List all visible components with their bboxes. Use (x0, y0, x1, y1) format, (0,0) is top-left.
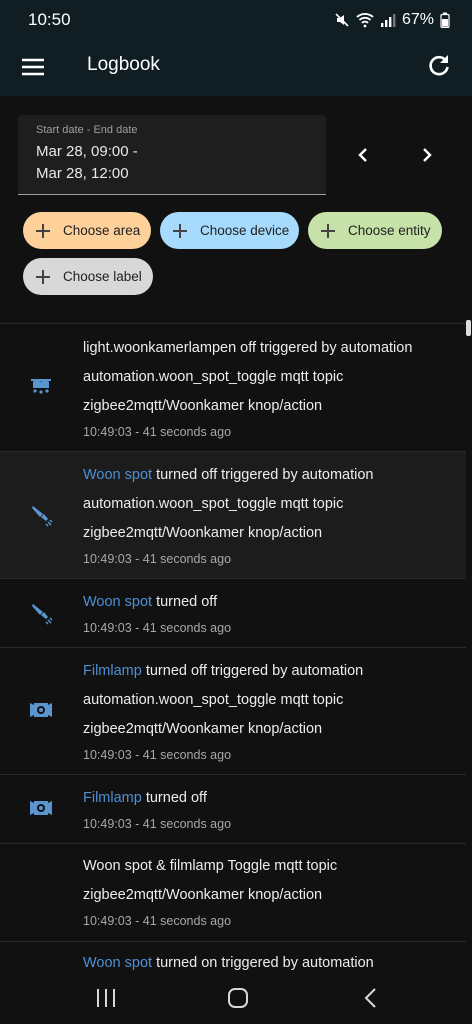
plus-icon (36, 269, 50, 284)
entry-message: zigbee2mqtt/Woonkamer knop/action (83, 721, 323, 737)
chevron-right-icon (423, 148, 432, 162)
entry-message: zigbee2mqtt/Woonkamer knop/action (83, 887, 323, 903)
list-item[interactable]: Filmlamp turned off triggered by automat… (0, 648, 466, 775)
battery-icon (440, 12, 450, 28)
entry-message: turned off (152, 594, 218, 610)
plus-icon (321, 223, 335, 238)
entry-message: light.woonkamerlampen off triggered by a… (83, 340, 413, 356)
system-navigation-bar (0, 975, 472, 1024)
previous-period-button[interactable] (349, 141, 377, 169)
entry-message: zigbee2mqtt/Woonkamer knop/action (83, 398, 323, 414)
wifi-icon (356, 12, 374, 28)
chevron-left-icon (358, 148, 367, 162)
list-item[interactable]: Woon spot & filmlamp Toggle mqtt topic z… (0, 844, 466, 942)
date-range-label: Start date - End date (36, 124, 138, 136)
entry-message: Woon spot & filmlamp Toggle mqtt topic (83, 858, 338, 874)
choose-device-chip[interactable]: Choose device (160, 212, 299, 249)
choose-entity-chip[interactable]: Choose entity (308, 212, 442, 249)
menu-button[interactable] (20, 54, 46, 80)
spotlight-icon (28, 600, 54, 626)
battery-percent: 67% (401, 11, 434, 28)
recent-apps-icon[interactable] (94, 987, 118, 1009)
choose-label-label: Choose label (63, 269, 142, 284)
entity-link[interactable]: Woon spot (83, 594, 152, 610)
home-icon[interactable] (226, 986, 250, 1010)
refresh-icon (429, 55, 449, 76)
list-item[interactable]: Filmlamp turned off 10:49:03 - 41 second… (0, 775, 466, 844)
list-item[interactable]: Woon spot turned on triggered by automat… (0, 942, 466, 975)
refresh-button[interactable] (426, 52, 452, 78)
entry-message: turned off (141, 790, 207, 806)
entry-timestamp: 10:49:03 - 41 seconds ago (83, 914, 232, 928)
entry-message: automation.woon_spot_toggle mqtt topic (83, 496, 344, 512)
plus-icon (36, 223, 50, 238)
film-light-icon (28, 795, 54, 821)
date-range-start: Mar 28, 09:00 - (36, 143, 138, 160)
entry-message: turned on triggered by automation (152, 955, 374, 971)
choose-area-label: Choose area (63, 223, 141, 238)
choose-label-chip[interactable]: Choose label (23, 258, 153, 295)
status-time: 10:50 (28, 10, 71, 29)
entry-message: zigbee2mqtt/Woonkamer knop/action (83, 525, 323, 541)
entity-link[interactable]: Filmlamp (83, 790, 142, 806)
entry-timestamp: 10:49:03 - 41 seconds ago (83, 425, 232, 439)
logbook-list: light.woonkamerlampen off triggered by a… (0, 323, 466, 975)
entry-timestamp: 10:49:03 - 41 seconds ago (83, 817, 232, 831)
menu-icon (22, 58, 44, 76)
choose-device-label: Choose device (200, 223, 290, 238)
app-bar: Logbook (0, 40, 472, 96)
entry-message: automation.woon_spot_toggle mqtt topic (83, 369, 344, 385)
next-period-button[interactable] (413, 141, 441, 169)
list-item[interactable]: Woon spot turned off triggered by automa… (0, 452, 466, 579)
back-icon[interactable] (360, 986, 382, 1010)
entity-link[interactable]: Woon spot (83, 955, 152, 971)
date-range-end: Mar 28, 12:00 (36, 165, 129, 182)
entry-message: turned off triggered by automation (141, 663, 364, 679)
ceiling-lights-icon (28, 374, 54, 400)
list-item[interactable]: Woon spot turned off 10:49:03 - 41 secon… (0, 579, 466, 648)
entry-timestamp: 10:49:03 - 41 seconds ago (83, 621, 232, 635)
page-title: Logbook (87, 54, 160, 75)
entry-message: automation.woon_spot_toggle mqtt topic (83, 692, 344, 708)
mute-icon (334, 12, 350, 28)
film-light-icon (28, 697, 54, 723)
entry-timestamp: 10:49:03 - 41 seconds ago (83, 748, 232, 762)
plus-icon (173, 223, 187, 238)
signal-icon (380, 12, 396, 28)
entry-timestamp: 10:49:03 - 41 seconds ago (83, 552, 232, 566)
entry-message: turned off triggered by automation (152, 467, 374, 483)
status-indicators: 67% (334, 11, 450, 29)
status-bar: 10:50 67% (0, 0, 472, 40)
list-item[interactable]: light.woonkamerlampen off triggered by a… (0, 324, 466, 452)
entity-link[interactable]: Filmlamp (83, 663, 142, 679)
choose-area-chip[interactable]: Choose area (23, 212, 151, 249)
date-range-picker[interactable]: Start date - End date Mar 28, 09:00 - Ma… (18, 115, 326, 195)
scrollbar[interactable] (466, 320, 471, 336)
choose-entity-label: Choose entity (348, 223, 431, 238)
spotlight-icon (28, 502, 54, 528)
entity-link[interactable]: Woon spot (83, 467, 152, 483)
